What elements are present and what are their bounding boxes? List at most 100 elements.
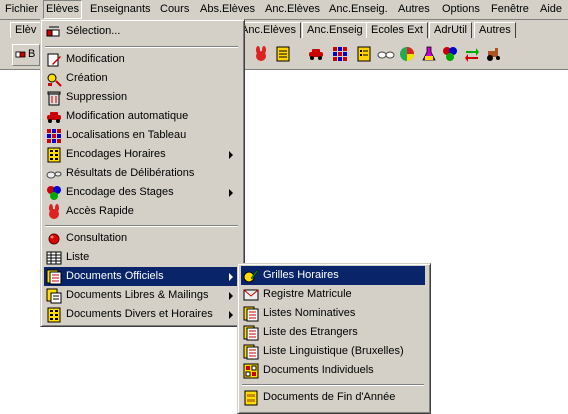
submenu-item-liste-linguistique[interactable]: Liste Linguistique (Bruxelles): [241, 342, 425, 361]
menu-item-label: Registre Matricule: [263, 288, 352, 300]
menu-cours[interactable]: Cours: [158, 1, 191, 18]
menu-item-label: Grilles Horaires: [263, 269, 339, 281]
tab-anc-enseig[interactable]: Anc.Enseig: [302, 22, 368, 38]
menu-item-label: Documents Libres & Mailings: [66, 289, 209, 301]
menu-item-documents-libres[interactable]: Documents Libres & Mailings: [44, 286, 239, 305]
submenu-item-grilles-horaires[interactable]: Grilles Horaires: [241, 266, 425, 285]
menu-item-encodages-horaires[interactable]: Encodages Horaires: [44, 145, 239, 164]
menu-item-label: Encodage des Stages: [66, 186, 174, 198]
menu-aide[interactable]: Aide: [538, 1, 564, 18]
car-icon: [46, 109, 62, 125]
tractor-icon[interactable]: [485, 45, 503, 63]
toolbar-first-button[interactable]: B: [12, 44, 40, 66]
menu-separator: [45, 225, 238, 227]
bunny-icon[interactable]: [252, 45, 270, 63]
eraser-icon: [15, 48, 27, 60]
submenu-item-documents-fin-annee[interactable]: Documents de Fin d'Année: [241, 388, 425, 407]
glasses-icon: [46, 166, 62, 182]
tab-anc-eleves[interactable]: Anc.Elèves: [236, 22, 302, 38]
schedule-icon: [46, 147, 62, 163]
menu-item-label: Listes Nominatives: [263, 307, 356, 319]
menu-item-label: Localisations en Tableau: [66, 129, 187, 141]
selection-icon: [46, 24, 62, 40]
menu-item-label: Documents de Fin d'Année: [263, 391, 396, 403]
menu-item-label: Résultats de Délibérations: [66, 167, 195, 179]
document-list-icon: [243, 306, 259, 322]
submenu-item-listes-nominatives[interactable]: Listes Nominatives: [241, 304, 425, 323]
submenu-item-documents-individuels[interactable]: Documents Individuels: [241, 361, 425, 380]
trash-icon: [46, 90, 62, 106]
menu-item-suppression[interactable]: Suppression: [44, 88, 239, 107]
tab-eleves[interactable]: Elèv: [10, 22, 42, 38]
menu-item-label: Documents Divers et Horaires: [66, 308, 213, 320]
menu-fichier[interactable]: Fichier: [3, 1, 40, 18]
menu-item-resultats-deliberations[interactable]: Résultats de Délibérations: [44, 164, 239, 183]
schedule-icon: [46, 307, 62, 323]
table-icon: [46, 250, 62, 266]
menu-item-label: Modification: [66, 53, 125, 65]
submenu-arrow-icon: [229, 311, 233, 319]
menu-separator: [242, 384, 424, 386]
document-yellow-icon: [243, 390, 259, 406]
menu-item-label: Liste: [66, 251, 90, 263]
menu-item-modification[interactable]: Modification: [44, 50, 239, 69]
menu-anc-enseig[interactable]: Anc.Enseig.: [327, 1, 390, 18]
envelope-icon: [243, 287, 259, 303]
menu-item-selection[interactable]: Sélection...: [44, 22, 239, 41]
grid-icon[interactable]: [331, 45, 349, 63]
menu-item-encodage-stages[interactable]: Encodage des Stages: [44, 183, 239, 202]
menu-item-documents-divers[interactable]: Documents Divers et Horaires: [44, 305, 239, 324]
menu-item-label: Documents Officiels: [66, 270, 164, 282]
tab-adrutil[interactable]: AdrUtil: [429, 22, 473, 38]
documents-icon: [46, 269, 62, 285]
submenu-item-registre-matricule[interactable]: Registre Matricule: [241, 285, 425, 304]
puzzle-icon: [46, 185, 62, 201]
flask-icon[interactable]: [420, 45, 438, 63]
menu-eleves[interactable]: Elèves: [43, 0, 83, 19]
menu-item-localisations[interactable]: Localisations en Tableau: [44, 126, 239, 145]
tab-ecoles-ext[interactable]: Ecoles Ext: [366, 22, 428, 38]
create-icon: [46, 71, 62, 87]
glasses-icon[interactable]: [377, 45, 395, 63]
mail-docs-icon: [46, 288, 62, 304]
menu-item-creation[interactable]: Création: [44, 69, 239, 88]
menu-item-acces-rapide[interactable]: Accès Rapide: [44, 202, 239, 221]
bunny-icon: [46, 204, 62, 220]
menu-item-label: Encodages Horaires: [66, 148, 166, 160]
documents-officiels-submenu: Grilles Horaires Registre Matricule List…: [237, 263, 431, 414]
menu-item-label: Documents Individuels: [263, 364, 374, 376]
menu-item-label: Sélection...: [66, 25, 121, 37]
menu-item-documents-officiels[interactable]: Documents Officiels: [44, 267, 239, 286]
menu-item-consultation[interactable]: Consultation: [44, 229, 239, 248]
menu-item-label: Modification automatique: [66, 110, 189, 122]
menu-bar: Fichier Elèves Enseignants Cours Abs.Elè…: [0, 0, 568, 20]
menu-anc-eleves[interactable]: Anc.Elèves: [263, 1, 322, 18]
pencil-icon: [243, 268, 259, 284]
menu-options[interactable]: Options: [440, 1, 482, 18]
notepad-icon[interactable]: [355, 45, 373, 63]
chart-pie-icon[interactable]: [398, 45, 416, 63]
document-grid-icon: [243, 363, 259, 379]
menu-fenetre[interactable]: Fenêtre: [489, 1, 531, 18]
menu-item-modification-automatique[interactable]: Modification automatique: [44, 107, 239, 126]
submenu-arrow-icon: [229, 292, 233, 300]
menu-enseignants[interactable]: Enseignants: [88, 1, 153, 18]
car-icon[interactable]: [307, 45, 325, 63]
menu-item-label: Consultation: [66, 232, 128, 244]
menu-item-liste[interactable]: Liste: [44, 248, 239, 267]
document-list-icon: [243, 325, 259, 341]
menu-abs-eleves[interactable]: Abs.Elèves: [198, 1, 257, 18]
tab-autres[interactable]: Autres: [474, 22, 516, 38]
menu-separator: [45, 46, 238, 48]
toolbar-first-button-label: B: [28, 48, 36, 60]
puzzle-icon[interactable]: [441, 45, 459, 63]
document-icon[interactable]: [274, 45, 292, 63]
menu-item-label: Création: [66, 72, 108, 84]
submenu-arrow-icon: [229, 273, 233, 281]
menu-item-label: Liste des Etrangers: [263, 326, 358, 338]
menu-item-label: Accès Rapide: [66, 205, 134, 217]
red-dot-icon: [46, 231, 62, 247]
submenu-item-liste-etrangers[interactable]: Liste des Etrangers: [241, 323, 425, 342]
arrows-icon[interactable]: [463, 45, 481, 63]
menu-autres[interactable]: Autres: [396, 1, 432, 18]
